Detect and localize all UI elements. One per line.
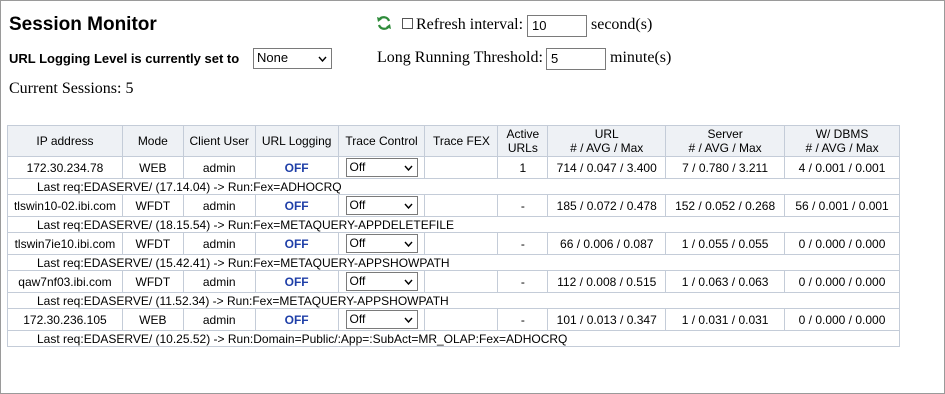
table-row: qaw7nf03.ibi.com WFDT admin OFF Off - 11… (7, 270, 900, 293)
cell-active-urls: - (497, 270, 549, 293)
cell-mode: WFDT (121, 270, 184, 293)
table-row: tlswin10-02.ibi.com WFDT admin OFF Off -… (7, 194, 900, 217)
cell-active-urls: - (497, 194, 549, 217)
cell-ip: tlswin7ie10.ibi.com (7, 232, 123, 255)
table-header-row: IP address Mode Client User URL Logging … (7, 125, 900, 157)
cell-url-stats: 112 / 0.008 / 0.515 (547, 270, 667, 293)
url-logging-toggle[interactable]: OFF (254, 156, 339, 179)
cell-ip: 172.30.236.105 (7, 308, 123, 331)
cell-trace-fex (424, 232, 499, 255)
refresh-checkbox[interactable] (402, 18, 413, 29)
url-logging-toggle[interactable]: OFF (254, 232, 339, 255)
table-row: tlswin7ie10.ibi.com WFDT admin OFF Off -… (7, 232, 900, 255)
col-client-user[interactable]: Client User (182, 125, 256, 157)
cell-trace-fex (424, 270, 499, 293)
trace-control-select[interactable]: Off (345, 196, 418, 215)
last-request-row: Last req:EDASERVE/ (11.52.34) -> Run:Fex… (7, 292, 900, 309)
cell-ip: tlswin10-02.ibi.com (7, 194, 123, 217)
url-logging-value: None (257, 50, 289, 65)
cell-ip: qaw7nf03.ibi.com (7, 270, 123, 293)
col-mode[interactable]: Mode (121, 125, 184, 157)
refresh-icon[interactable] (376, 15, 392, 31)
url-logging-select[interactable]: None (253, 48, 332, 69)
col-active-urls[interactable]: Active URLs (497, 125, 549, 157)
cell-dbms-stats: 56 / 0.001 / 0.001 (784, 194, 900, 217)
col-url-logging[interactable]: URL Logging (254, 125, 339, 157)
cell-url-stats: 185 / 0.072 / 0.478 (547, 194, 667, 217)
last-request-text: Last req:EDASERVE/ (18.15.54) -> Run:Fex… (7, 216, 900, 233)
table-row: 172.30.234.78 WEB admin OFF Off 1 714 / … (7, 156, 900, 179)
cell-dbms-stats: 0 / 0.000 / 0.000 (784, 270, 900, 293)
page-title: Session Monitor (9, 14, 157, 35)
trace-control-select[interactable]: Off (345, 310, 418, 329)
trace-control-select[interactable]: Off (345, 272, 418, 291)
chevron-down-icon (318, 56, 327, 62)
col-dbms-stats[interactable]: W/ DBMS # / AVG / Max (784, 125, 900, 157)
cell-url-stats: 101 / 0.013 / 0.347 (547, 308, 667, 331)
cell-user: admin (182, 232, 256, 255)
cell-active-urls: 1 (497, 156, 549, 179)
cell-user: admin (182, 308, 256, 331)
last-request-row: Last req:EDASERVE/ (17.14.04) -> Run:Fex… (7, 178, 900, 195)
cell-user: admin (182, 194, 256, 217)
threshold-unit-label: minute(s) (610, 49, 672, 66)
chevron-down-icon (404, 279, 413, 285)
refresh-unit-label: second(s) (591, 16, 653, 33)
col-ip-address[interactable]: IP address (7, 125, 123, 157)
chevron-down-icon (404, 317, 413, 323)
url-logging-toggle[interactable]: OFF (254, 194, 339, 217)
cell-url-stats: 66 / 0.006 / 0.087 (547, 232, 667, 255)
cell-server-stats: 152 / 0.052 / 0.268 (665, 194, 786, 217)
col-trace-fex[interactable]: Trace FEX (424, 125, 499, 157)
trace-control-select[interactable]: Off (345, 158, 418, 177)
sessions-table: IP address Mode Client User URL Logging … (7, 125, 900, 347)
col-server-stats[interactable]: Server # / AVG / Max (665, 125, 786, 157)
current-sessions-count: Current Sessions: 5 (9, 80, 134, 97)
threshold-label: Long Running Threshold: (377, 49, 543, 66)
cell-trace-fex (424, 194, 499, 217)
trace-control-select[interactable]: Off (345, 234, 418, 253)
cell-user: admin (182, 156, 256, 179)
cell-url-stats: 714 / 0.047 / 3.400 (547, 156, 667, 179)
last-request-text: Last req:EDASERVE/ (10.25.52) -> Run:Dom… (7, 330, 900, 347)
col-url-stats[interactable]: URL # / AVG / Max (547, 125, 667, 157)
last-request-text: Last req:EDASERVE/ (17.14.04) -> Run:Fex… (7, 178, 900, 195)
cell-mode: WFDT (121, 232, 184, 255)
last-request-text: Last req:EDASERVE/ (11.52.34) -> Run:Fex… (7, 292, 900, 309)
cell-server-stats: 1 / 0.055 / 0.055 (665, 232, 786, 255)
last-request-row: Last req:EDASERVE/ (18.15.54) -> Run:Fex… (7, 216, 900, 233)
cell-server-stats: 7 / 0.780 / 3.211 (665, 156, 786, 179)
cell-mode: WEB (121, 308, 184, 331)
url-logging-toggle[interactable]: OFF (254, 270, 339, 293)
url-logging-label: URL Logging Level is currently set to (9, 51, 240, 66)
cell-active-urls: - (497, 232, 549, 255)
cell-mode: WEB (121, 156, 184, 179)
refresh-interval-input[interactable]: 10 (527, 15, 587, 37)
cell-ip: 172.30.234.78 (7, 156, 123, 179)
cell-mode: WFDT (121, 194, 184, 217)
url-logging-toggle[interactable]: OFF (254, 308, 339, 331)
cell-dbms-stats: 4 / 0.001 / 0.001 (784, 156, 900, 179)
cell-dbms-stats: 0 / 0.000 / 0.000 (784, 308, 900, 331)
chevron-down-icon (404, 241, 413, 247)
cell-user: admin (182, 270, 256, 293)
chevron-down-icon (404, 165, 413, 171)
last-request-text: Last req:EDASERVE/ (15.42.41) -> Run:Fex… (7, 254, 900, 271)
chevron-down-icon (404, 203, 413, 209)
cell-trace-fex (424, 308, 499, 331)
refresh-interval-label: Refresh interval: (416, 16, 524, 33)
session-monitor-panel: Session Monitor Refresh interval: 10 sec… (0, 0, 945, 394)
cell-trace-fex (424, 156, 499, 179)
last-request-row: Last req:EDASERVE/ (10.25.52) -> Run:Dom… (7, 330, 900, 347)
table-row: 172.30.236.105 WEB admin OFF Off - 101 /… (7, 308, 900, 331)
cell-server-stats: 1 / 0.031 / 0.031 (665, 308, 786, 331)
cell-server-stats: 1 / 0.063 / 0.063 (665, 270, 786, 293)
last-request-row: Last req:EDASERVE/ (15.42.41) -> Run:Fex… (7, 254, 900, 271)
col-trace-control[interactable]: Trace Control (337, 125, 426, 157)
threshold-input[interactable]: 5 (546, 48, 606, 70)
cell-dbms-stats: 0 / 0.000 / 0.000 (784, 232, 900, 255)
cell-active-urls: - (497, 308, 549, 331)
